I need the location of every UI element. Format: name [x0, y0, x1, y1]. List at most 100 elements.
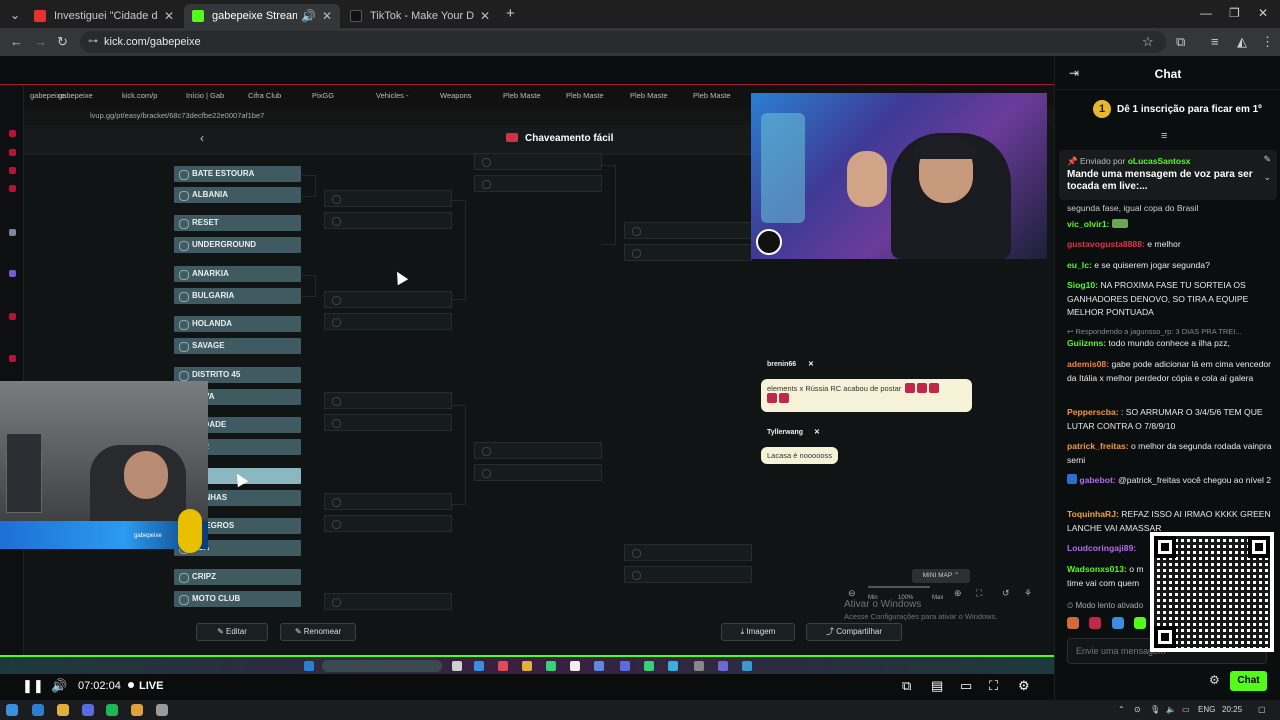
- strip-icon: [9, 185, 16, 192]
- app-icon: [570, 661, 580, 671]
- chevron-down-icon[interactable]: ⌄: [1263, 172, 1271, 183]
- reload-icon[interactable]: ↻: [57, 34, 68, 50]
- close-icon[interactable]: ✕: [322, 9, 332, 23]
- bracket-slot: [324, 313, 452, 330]
- send-chat-button[interactable]: Chat: [1230, 671, 1267, 691]
- bracket-team: ANARKIA: [174, 266, 301, 282]
- chat-username[interactable]: ToquinhaRJ:: [1067, 509, 1119, 519]
- edge-icon[interactable]: [32, 704, 44, 716]
- close-icon[interactable]: ✕: [480, 9, 490, 23]
- minimize-icon[interactable]: —: [1200, 6, 1212, 20]
- menu-icon[interactable]: ⋮: [1261, 34, 1274, 50]
- tab-tiktok[interactable]: TikTok - Make Your Day ✕: [342, 4, 498, 28]
- qr-finder: [1154, 626, 1176, 648]
- start-icon[interactable]: [6, 704, 18, 716]
- mic-icon[interactable]: 🎙: [1150, 705, 1160, 714]
- sub-gift-banner[interactable]: 1 Dê 1 inscrição para ficar em 1º: [1055, 96, 1280, 126]
- file-explorer-icon[interactable]: [57, 704, 69, 716]
- language-indicator[interactable]: ENG: [1198, 705, 1215, 714]
- tab-youtube[interactable]: Investiguei "Cidade do Crime" ✕: [26, 4, 182, 28]
- back-icon[interactable]: ←: [10, 34, 23, 49]
- chrome-icon[interactable]: [131, 704, 143, 716]
- chat-username[interactable]: Loudcoringaji89:: [1067, 543, 1136, 553]
- chat-username[interactable]: eu_lc:: [1067, 260, 1092, 270]
- url-field[interactable]: ⊶ kick.com/gabepeixe: [80, 31, 1166, 53]
- emote-icon[interactable]: [1089, 617, 1102, 629]
- chat-message: segunda fase, igual copa do Brasil: [1067, 202, 1275, 216]
- chat-username[interactable]: gabebot:: [1079, 475, 1115, 485]
- app-icon: [452, 661, 462, 671]
- app-icon: [644, 661, 654, 671]
- chat-username[interactable]: vic_olvir1:: [1067, 219, 1110, 229]
- chat-panel: ⇥ Chat 1 Dê 1 inscrição para ficar em 1º…: [1054, 56, 1280, 700]
- window-close-icon[interactable]: ✕: [1258, 6, 1268, 20]
- tray-chevron-icon[interactable]: ⌃: [1118, 705, 1125, 714]
- speaker-tray-icon[interactable]: 🔈: [1166, 705, 1176, 714]
- new-tab-icon[interactable]: +: [506, 5, 515, 22]
- tab-kick[interactable]: gabepeixe Stream - Watch 🔊 ✕: [184, 4, 340, 28]
- strip-icon: [9, 355, 16, 362]
- expand-leaderboard-icon[interactable]: ≡: [1161, 130, 1167, 142]
- discord-icon[interactable]: [82, 704, 94, 716]
- strip-icon: [9, 313, 16, 320]
- zoom-out-icon: ⊖: [848, 588, 856, 598]
- cam-hand: [847, 151, 887, 207]
- speaker-icon[interactable]: 🔊: [301, 9, 316, 23]
- emote-icon[interactable]: [1111, 617, 1124, 629]
- video-player[interactable]: gabepeixe gabepeixe kick.com/p Início | …: [0, 84, 1054, 704]
- app-icon[interactable]: [156, 704, 168, 716]
- live-badge: LIVE: [128, 680, 163, 692]
- bracket-slot: [324, 515, 452, 532]
- forward-icon[interactable]: →: [34, 34, 47, 49]
- chat-username[interactable]: patrick_freitas:: [1067, 441, 1129, 451]
- settings-gear-icon[interactable]: ⚙: [1018, 678, 1030, 694]
- bracket-team: BATE ESTOURA: [174, 166, 301, 182]
- tab-search-icon[interactable]: ⌄: [10, 8, 20, 22]
- chat-text: @patrick_freitas você chegou ao nível 2: [1118, 475, 1272, 485]
- fullscreen-icon[interactable]: ⛶: [989, 678, 998, 694]
- emote-icon: [917, 383, 928, 393]
- notifications-icon[interactable]: ▢: [1258, 705, 1266, 714]
- unpin-icon[interactable]: ✎: [1263, 154, 1271, 165]
- pinned-message[interactable]: 📌 Enviado por oLucasSantosx ✎ Mande uma …: [1059, 150, 1277, 200]
- slow-mode-text: Modo lento ativado: [1075, 601, 1144, 610]
- rename-label: Renomear: [303, 627, 342, 636]
- clip-icon[interactable]: ▤: [931, 678, 943, 694]
- emote-icon[interactable]: [1067, 617, 1079, 629]
- webcam-name: gabepeixe: [134, 533, 162, 539]
- chat-message: Wadsonxs013: o m time vai com quem: [1067, 563, 1153, 590]
- chat-username[interactable]: ademis08:: [1067, 359, 1109, 369]
- theater-mode-icon[interactable]: ▭: [960, 678, 972, 694]
- extensions-icon[interactable]: ⧉: [1176, 34, 1185, 50]
- restore-icon[interactable]: ❐: [1229, 6, 1240, 20]
- chat-username[interactable]: gustavogusta8888:: [1067, 239, 1145, 249]
- clock[interactable]: 20:25: [1222, 705, 1242, 714]
- spotify-icon[interactable]: [106, 704, 118, 716]
- pause-icon[interactable]: ❚❚: [22, 678, 44, 694]
- bracket-team: BULGARIA: [174, 288, 301, 304]
- chat-username[interactable]: Siog10:: [1067, 280, 1098, 290]
- emote-icon[interactable]: [1134, 617, 1147, 629]
- volume-icon[interactable]: 🔊: [51, 678, 67, 694]
- chat-settings-gear-icon[interactable]: ⚙: [1209, 673, 1220, 687]
- battery-icon[interactable]: ▭: [1182, 705, 1190, 714]
- stream-taskbar: [0, 655, 1054, 675]
- chat-header: ⇥ Chat: [1055, 56, 1280, 90]
- chat-username[interactable]: Guiiznns:: [1067, 338, 1106, 348]
- chat-username[interactable]: Wadsonxs013:: [1067, 564, 1127, 574]
- bookmark: Pleb Maste: [630, 91, 668, 100]
- network-icon[interactable]: ⊙: [1134, 705, 1141, 714]
- tree-icon: ⚘: [1024, 588, 1033, 598]
- media-icon[interactable]: ≡: [1211, 34, 1219, 49]
- close-icon[interactable]: ✕: [164, 9, 174, 23]
- player-controls: ❚❚ 🔊 07:02:04 LIVE ⧉ ▤ ▭ ⛶ ⚙: [0, 674, 1054, 700]
- profile-icon[interactable]: ◭: [1237, 34, 1247, 50]
- site-info-icon[interactable]: ⊶: [88, 31, 98, 53]
- bracket-connector: [602, 165, 616, 245]
- picture-in-picture-icon[interactable]: ⧉: [902, 678, 911, 694]
- bookmark-star-icon[interactable]: ☆: [1142, 34, 1154, 50]
- chat-username[interactable]: Pepperscba:: [1067, 407, 1119, 417]
- bookmark: Pleb Maste: [566, 91, 604, 100]
- bracket-team: CRIPZ: [174, 569, 301, 585]
- chat-title: Chat: [1154, 67, 1182, 81]
